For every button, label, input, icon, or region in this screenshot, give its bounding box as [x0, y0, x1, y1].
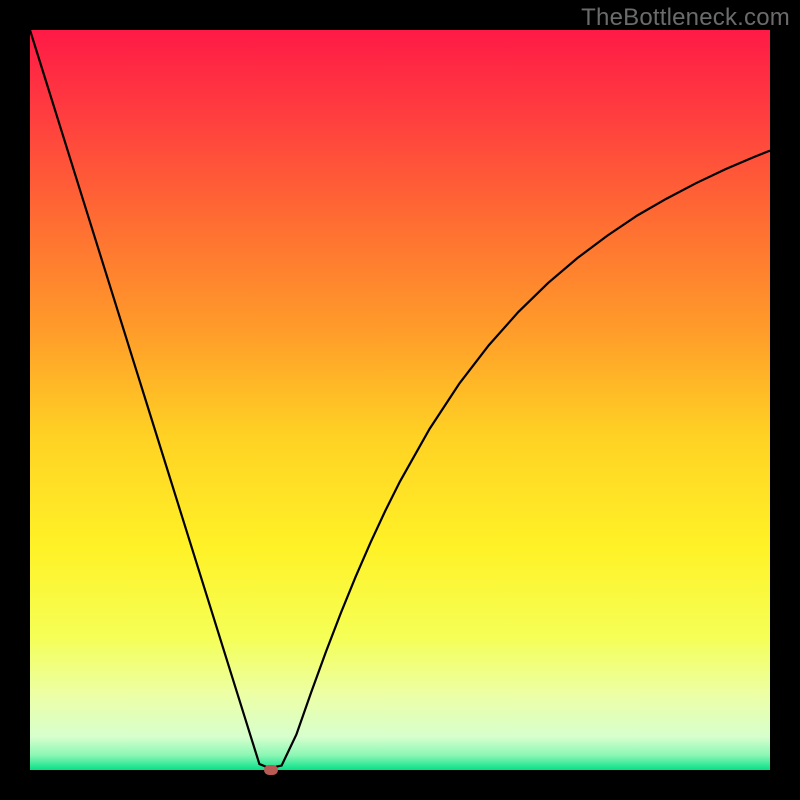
optimum-marker: [264, 765, 278, 775]
chart-frame: [30, 30, 770, 770]
gradient-background: [30, 30, 770, 770]
bottleneck-chart: [30, 30, 770, 770]
watermark-text: TheBottleneck.com: [581, 4, 790, 32]
